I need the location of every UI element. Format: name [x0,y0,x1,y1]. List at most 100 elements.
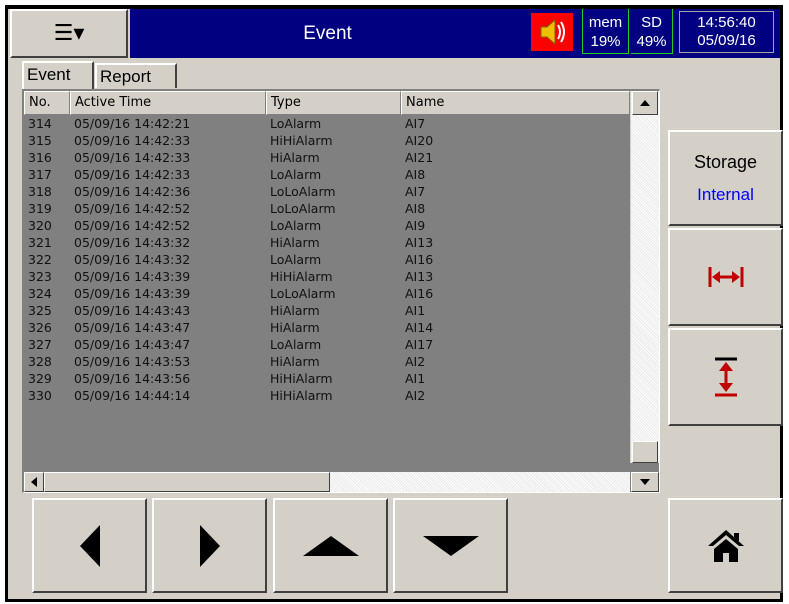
table-row[interactable]: 327 05/09/16 14:43:47 LoAlarm AI17 [24,336,630,353]
column-header-name[interactable]: Name [401,91,630,115]
table-row[interactable]: 315 05/09/16 14:42:33 HiHiAlarm AI20 [24,132,630,149]
table-cell: 05/09/16 14:42:52 [74,218,191,233]
scroll-up-button[interactable] [632,91,658,115]
sd-label: SD [641,14,662,31]
menu-button[interactable]: ☰▾ [10,9,128,58]
table-cell: 05/09/16 14:44:14 [74,388,191,403]
vertical-scrollbar[interactable] [630,91,659,463]
table-row[interactable]: 329 05/09/16 14:43:56 HiHiAlarm AI1 [24,370,630,387]
horizontal-scroll-thumb[interactable] [44,472,330,492]
expand-vertical-button[interactable] [668,328,783,426]
nav-up-button[interactable] [273,498,388,593]
table-cell: 317 [28,167,52,182]
table-header: No. Active Time Type Name [24,91,630,115]
table-cell: 318 [28,184,52,199]
table-cell: LoLoAlarm [270,286,336,301]
column-header-type[interactable]: Type [266,91,401,115]
table-row[interactable]: 322 05/09/16 14:43:32 LoAlarm AI16 [24,251,630,268]
storage-button[interactable]: Storage Internal [668,130,783,226]
expand-vertical-icon [714,357,737,397]
nav-down-button[interactable] [393,498,508,593]
table-cell: LoAlarm [270,252,322,267]
nav-left-button[interactable] [32,498,147,593]
table-cell: 05/09/16 14:43:32 [74,252,191,267]
table-cell: HiHiAlarm [270,133,333,148]
clock: 14:56:40 05/09/16 [679,11,774,53]
table-cell: AI1 [405,303,426,318]
expand-horizontal-button[interactable] [668,228,783,326]
column-header-no[interactable]: No. [24,91,70,115]
table-cell: 315 [28,133,52,148]
horizontal-scrollbar[interactable] [24,472,630,492]
table-row[interactable]: 318 05/09/16 14:42:36 LoLoAlarm AI7 [24,183,630,200]
arrow-right-icon [199,524,220,567]
table-cell: 05/09/16 14:42:36 [74,184,191,199]
triangle-down-icon [640,479,650,485]
speaker-icon [540,18,565,46]
table-cell: LoLoAlarm [270,201,336,216]
column-header-active-time[interactable]: Active Time [70,91,266,115]
table-cell: 05/09/16 14:43:39 [74,269,191,284]
table-cell: AI2 [405,354,426,369]
table-cell: HiHiAlarm [270,269,333,284]
table-cell: 316 [28,150,52,165]
table-cell: 322 [28,252,52,267]
table-cell: AI8 [405,201,426,216]
table-row[interactable]: 316 05/09/16 14:42:33 HiAlarm AI21 [24,149,630,166]
table-cell: 05/09/16 14:43:32 [74,235,191,250]
nav-right-button[interactable] [152,498,267,593]
table-cell: AI14 [405,320,434,335]
sd-value: 49% [636,33,667,50]
speaker-button[interactable] [531,13,573,51]
table-cell: HiAlarm [270,303,320,318]
table-cell: LoAlarm [270,337,322,352]
table-cell: 321 [28,235,52,250]
table-cell: 329 [28,371,52,386]
table-row[interactable]: 324 05/09/16 14:43:39 LoLoAlarm AI16 [24,285,630,302]
table-cell: 05/09/16 14:43:43 [74,303,191,318]
table-cell: AI16 [405,286,434,301]
arrow-up-icon [302,535,359,556]
scroll-thumb[interactable] [632,441,658,463]
title-bar: Event [130,9,525,58]
table-cell: LoLoAlarm [270,184,336,199]
table-row[interactable]: 330 05/09/16 14:44:14 HiHiAlarm AI2 [24,387,630,404]
table-row[interactable]: 323 05/09/16 14:43:39 HiHiAlarm AI13 [24,268,630,285]
scroll-left-button[interactable] [24,472,44,492]
table-row[interactable]: 326 05/09/16 14:43:47 HiAlarm AI14 [24,319,630,336]
tab-event[interactable]: Event [22,61,94,90]
table-cell: AI13 [405,269,434,284]
table-row[interactable]: 317 05/09/16 14:42:33 LoAlarm AI8 [24,166,630,183]
storage-label: Storage [693,151,758,172]
sd-status: SD 49% [631,9,673,54]
table-cell: 319 [28,201,52,216]
table-cell: 05/09/16 14:42:52 [74,201,191,216]
table-row[interactable]: 314 05/09/16 14:42:21 LoAlarm AI7 [24,115,630,132]
table-cell: 05/09/16 14:43:47 [74,320,191,335]
table-cell: 05/09/16 14:43:56 [74,371,191,386]
table-cell: 320 [28,218,52,233]
table-cell: AI20 [405,133,434,148]
table-cell: HiAlarm [270,320,320,335]
table-cell: HiAlarm [270,150,320,165]
table-row[interactable]: 325 05/09/16 14:43:43 HiAlarm AI1 [24,302,630,319]
arrow-down-icon [422,535,479,556]
home-button[interactable] [668,498,783,593]
table-cell: HiHiAlarm [270,371,333,386]
table-cell: 05/09/16 14:42:21 [74,116,191,131]
table-cell: AI17 [405,337,434,352]
table-row[interactable]: 320 05/09/16 14:42:52 LoAlarm AI9 [24,217,630,234]
table-cell: 05/09/16 14:42:33 [74,167,191,182]
table-row[interactable]: 321 05/09/16 14:43:32 HiAlarm AI13 [24,234,630,251]
table-row[interactable]: 328 05/09/16 14:43:53 HiAlarm AI2 [24,353,630,370]
menu-icon: ☰▾ [53,21,85,46]
table-cell: 330 [28,388,52,403]
scroll-down-button[interactable] [631,472,659,492]
event-list[interactable]: No. Active Time Type Name 314 05/09/16 14… [22,89,660,493]
table-cell: 05/09/16 14:42:33 [74,133,191,148]
table-cell: AI7 [405,184,426,199]
tab-report[interactable]: Report [95,63,177,88]
table-row[interactable]: 319 05/09/16 14:42:52 LoLoAlarm AI8 [24,200,630,217]
table-cell: 323 [28,269,52,284]
home-icon [707,529,744,562]
